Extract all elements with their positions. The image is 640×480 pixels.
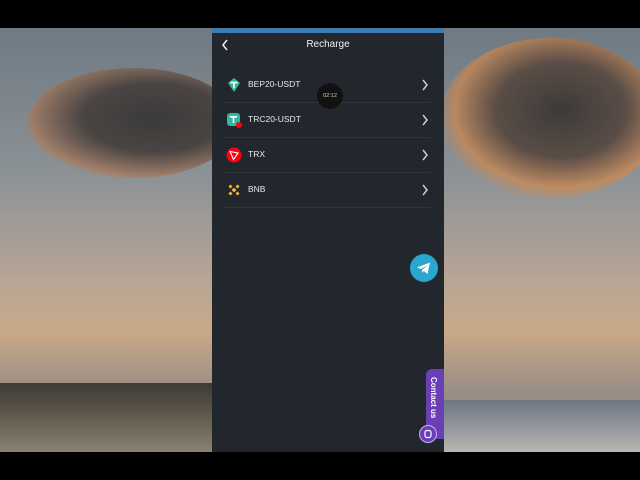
cloud-right (440, 38, 640, 198)
chevron-right-icon (420, 112, 430, 128)
coin-row-bnb[interactable]: BNB (224, 173, 430, 208)
tron-icon (226, 147, 242, 163)
tether-bep20-icon (228, 78, 240, 92)
telegram-icon (417, 262, 430, 274)
chevron-right-icon (420, 77, 430, 93)
telegram-button[interactable] (410, 254, 438, 282)
mobile-app-screen: Recharge BEP20-USDT TRC20-USDT TRX BNB 0… (212, 28, 444, 452)
tether-trc20-icon (227, 113, 242, 128)
recording-timer: 02:12 (317, 83, 343, 109)
sea (440, 400, 640, 452)
page-header: Recharge (212, 33, 444, 63)
coin-label: TRX (248, 149, 265, 159)
coin-row-trx[interactable]: TRX (224, 138, 430, 173)
beach (0, 383, 215, 452)
cloud-left (28, 68, 238, 178)
contact-us-label: Contact us (429, 377, 438, 419)
coin-label: BEP20-USDT (248, 79, 301, 89)
chat-icon[interactable] (419, 425, 437, 443)
coin-label: TRC20-USDT (248, 114, 301, 124)
bnb-icon (228, 184, 240, 196)
chevron-right-icon (420, 182, 430, 198)
page-title: Recharge (306, 39, 350, 50)
chevron-right-icon (420, 147, 430, 163)
coin-label: BNB (248, 184, 266, 194)
